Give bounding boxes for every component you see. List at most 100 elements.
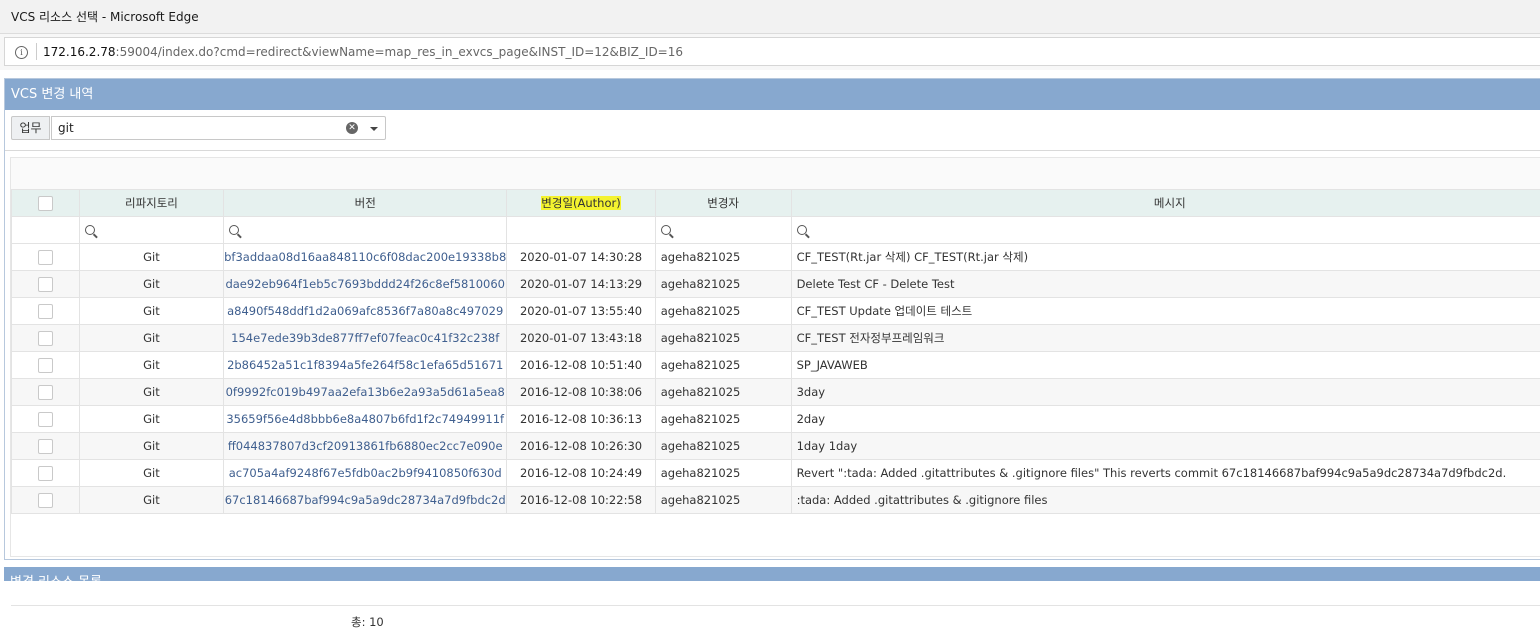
version-cell: 67c18146687baf994c9a5a9dc28734a7d9fbdc2d [224,487,507,514]
message-cell: 1day 1day [791,433,1540,460]
business-filter-label: 업무 [11,116,50,140]
total-count: 총: 10 [351,614,384,630]
select-all-checkbox[interactable] [38,196,53,211]
column-header-message[interactable]: 메시지 [791,190,1540,217]
changed-resources-title: 변경 리소스 목록 [10,571,102,581]
repository-cell: Git [79,325,223,352]
column-header-author[interactable]: 변경자 [655,190,791,217]
author-cell: ageha821025 [655,487,791,514]
repository-cell: Git [79,487,223,514]
table-row[interactable]: Git 67c18146687baf994c9a5a9dc28734a7d9fb… [12,487,1540,514]
table-row[interactable]: Git ac705a4af9248f67e5fdb0ac2b9f9410850f… [12,460,1540,487]
repository-cell: Git [79,298,223,325]
version-cell: a8490f548ddf1d2a069afc8536f7a80a8c497029 [224,298,507,325]
url-text[interactable]: 172.16.2.78:59004/index.do?cmd=redirect&… [43,45,683,59]
row-checkbox[interactable] [38,412,53,427]
message-cell: Revert ":tada: Added .gitattributes & .g… [791,460,1540,487]
version-cell: bf3addaa08d16aa848110c6f08dac200e19338b8 [224,244,507,271]
table-row[interactable]: Git 35659f56e4d8bbb6e8a4807b6fd1f2c74949… [12,406,1540,433]
table-row[interactable]: Git 0f9992fc019b497aa2efa13b6e2a93a5d61a… [12,379,1540,406]
message-cell: CF_TEST 전자정부프레임워크 [791,325,1540,352]
search-icon [229,225,239,235]
version-filter[interactable] [224,217,507,244]
clear-icon[interactable]: ✕ [346,122,358,134]
row-checkbox[interactable] [38,304,53,319]
date-filter[interactable] [507,217,655,244]
url-field[interactable]: i 172.16.2.78:59004/index.do?cmd=redirec… [4,37,1540,66]
date-cell: 2016-12-08 10:38:06 [507,379,655,406]
row-checkbox-cell [12,352,80,379]
grid-footer: 총: 10 [11,605,1540,636]
row-checkbox-cell [12,487,80,514]
author-cell: ageha821025 [655,271,791,298]
table-row[interactable]: Git bf3addaa08d16aa848110c6f08dac200e193… [12,244,1540,271]
version-cell: ff044837807d3cf20913861fb6880ec2cc7e090e [224,433,507,460]
date-cell: 2020-01-07 13:55:40 [507,298,655,325]
business-select-value: git [58,121,74,135]
date-cell: 2020-01-07 13:43:18 [507,325,655,352]
row-checkbox[interactable] [38,439,53,454]
repository-filter[interactable] [79,217,223,244]
message-cell: 3day [791,379,1540,406]
author-cell: ageha821025 [655,379,791,406]
repository-cell: Git [79,379,223,406]
message-cell: :tada: Added .gitattributes & .gitignore… [791,487,1540,514]
panel-title: VCS 변경 내역 [5,79,1540,110]
row-checkbox[interactable] [38,358,53,373]
version-cell: dae92eb964f1eb5c7693bddd24f26c8ef5810060 [224,271,507,298]
window-titlebar: VCS 리소스 선택 - Microsoft Edge [0,0,1540,34]
row-checkbox-cell [12,244,80,271]
row-checkbox[interactable] [38,466,53,481]
table-row[interactable]: Git ff044837807d3cf20913861fb6880ec2cc7e… [12,433,1540,460]
repository-cell: Git [79,433,223,460]
history-table: 리파지토리 버전 변경일(Author) 변경자 메시지 [11,189,1540,514]
window-title: VCS 리소스 선택 - Microsoft Edge [11,8,199,25]
author-cell: ageha821025 [655,244,791,271]
table-row[interactable]: Git dae92eb964f1eb5c7693bddd24f26c8ef581… [12,271,1540,298]
row-checkbox-cell [12,406,80,433]
message-cell: SP_JAVAWEB [791,352,1540,379]
version-cell: 154e7ede39b3de877ff7ef07feac0c41f32c238f [224,325,507,352]
table-row[interactable]: Git 2b86452a51c1f8394a5fe264f58c1efa65d5… [12,352,1540,379]
chevron-down-icon[interactable] [370,127,378,131]
author-filter[interactable] [655,217,791,244]
table-row[interactable]: Git a8490f548ddf1d2a069afc8536f7a80a8c49… [12,298,1540,325]
business-select[interactable]: git ✕ [51,116,386,140]
date-cell: 2016-12-08 10:24:49 [507,460,655,487]
search-icon [85,225,95,235]
version-cell: 2b86452a51c1f8394a5fe264f58c1efa65d51671 [224,352,507,379]
column-header-version[interactable]: 버전 [224,190,507,217]
url-host: 172.16.2.78 [43,45,116,59]
date-cell: 2016-12-08 10:22:58 [507,487,655,514]
url-path: :59004/index.do?cmd=redirect&viewName=ma… [116,45,683,59]
message-cell: CF_TEST(Rt.jar 삭제) CF_TEST(Rt.jar 삭제) [791,244,1540,271]
column-header-repository[interactable]: 리파지토리 [79,190,223,217]
info-icon[interactable]: i [15,46,28,59]
row-checkbox-cell [12,298,80,325]
filter-row [12,217,1540,244]
filter-divider [5,150,1540,151]
changed-resources-panel: 변경 리소스 목록 [4,567,1540,581]
date-cell: 2016-12-08 10:51:40 [507,352,655,379]
column-header-date[interactable]: 변경일(Author) [507,190,655,217]
row-checkbox-cell [12,271,80,298]
address-separator [36,43,37,60]
row-checkbox[interactable] [38,385,53,400]
message-filter[interactable] [791,217,1540,244]
date-header-label: 변경일(Author) [541,196,620,210]
date-cell: 2016-12-08 10:36:13 [507,406,655,433]
row-checkbox[interactable] [38,277,53,292]
row-checkbox[interactable] [38,493,53,508]
search-icon [661,225,671,235]
version-cell: 35659f56e4d8bbb6e8a4807b6fd1f2c74949911f [224,406,507,433]
row-checkbox-cell [12,379,80,406]
author-cell: ageha821025 [655,352,791,379]
table-row[interactable]: Git 154e7ede39b3de877ff7ef07feac0c41f32c… [12,325,1540,352]
row-checkbox[interactable] [38,250,53,265]
author-cell: ageha821025 [655,298,791,325]
author-cell: ageha821025 [655,433,791,460]
vcs-history-grid: 리파지토리 버전 변경일(Author) 변경자 메시지 [10,157,1540,557]
grid-toolbar [11,158,1540,189]
row-checkbox[interactable] [38,331,53,346]
author-cell: ageha821025 [655,406,791,433]
